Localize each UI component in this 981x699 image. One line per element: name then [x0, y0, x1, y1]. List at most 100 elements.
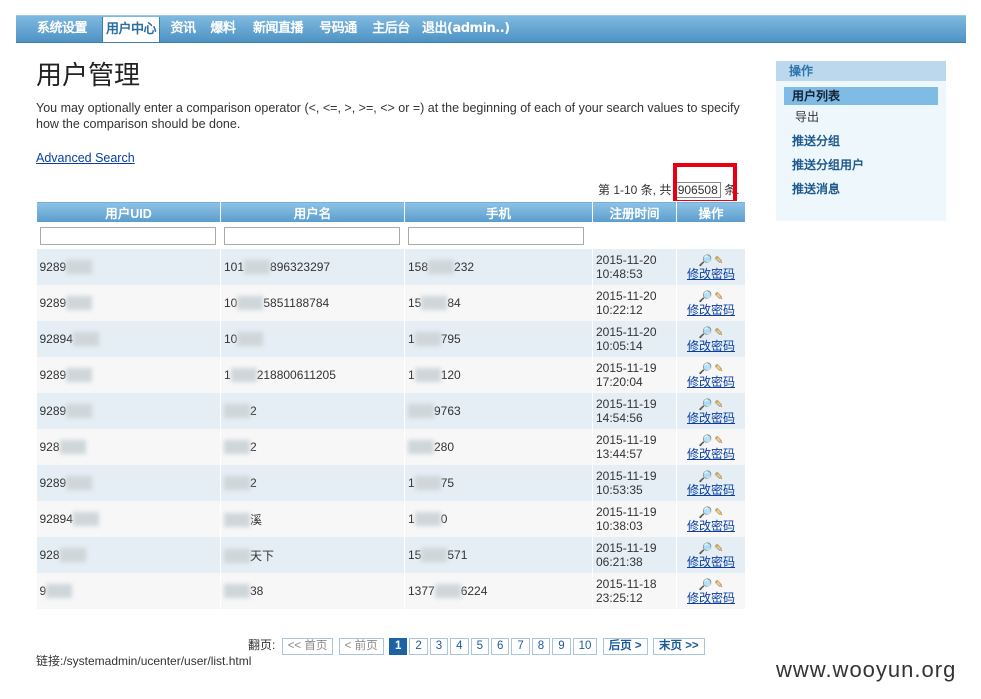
sidebar-item-push-message[interactable]: 推送消息: [776, 177, 946, 201]
change-password-link[interactable]: 修改密码: [680, 375, 742, 389]
username-filter-input[interactable]: [224, 227, 400, 245]
table-row: 92894 溪 1 0 2015-11-19 10:38:03 🔎 ✎ 修改密码: [36, 501, 746, 537]
edit-icon[interactable]: ✎: [714, 291, 723, 303]
username-cell: 溪: [220, 501, 405, 537]
change-password-link[interactable]: 修改密码: [680, 411, 742, 425]
username-cell: 2: [220, 465, 405, 501]
change-password-link[interactable]: 修改密码: [680, 519, 742, 533]
view-icon[interactable]: 🔎: [699, 399, 713, 411]
edit-icon[interactable]: ✎: [714, 363, 723, 375]
page-number-button[interactable]: 8: [531, 638, 551, 655]
pager-label: 翻页:: [248, 638, 276, 652]
sidebar: 操作 用户列表 导出 推送分组 推送分组用户 推送消息: [776, 61, 946, 221]
view-icon[interactable]: 🔎: [699, 435, 713, 447]
view-icon[interactable]: 🔎: [699, 255, 713, 267]
col-phone[interactable]: 手机: [404, 201, 593, 223]
nav-logout[interactable]: 退出(admin..): [422, 16, 510, 42]
table-row: 928 2 280 2015-11-19 13:44:57 🔎 ✎ 修改密码: [36, 429, 746, 465]
view-icon[interactable]: 🔎: [699, 363, 713, 375]
redacted-mask: [66, 404, 93, 419]
page-number-button[interactable]: 9: [552, 638, 571, 655]
view-icon[interactable]: 🔎: [699, 579, 713, 591]
nav-main-backend[interactable]: 主后台: [369, 16, 413, 42]
register-time-cell: 2015-11-19 10:53:35: [592, 465, 677, 501]
sidebar-item-user-list[interactable]: 用户列表: [784, 87, 938, 105]
redacted-mask: [66, 476, 93, 491]
change-password-link[interactable]: 修改密码: [680, 555, 742, 569]
redacted-mask: [408, 404, 434, 419]
advanced-search-link[interactable]: Advanced Search: [36, 151, 135, 165]
redacted-mask: [224, 440, 250, 455]
redacted-mask: [421, 548, 448, 563]
view-icon[interactable]: 🔎: [699, 327, 713, 339]
edit-icon[interactable]: ✎: [714, 507, 723, 519]
username-cell: 101 896323297: [220, 249, 405, 285]
next-page-button[interactable]: 后页 >: [602, 638, 648, 655]
page-number-button[interactable]: 5: [470, 638, 489, 655]
edit-icon[interactable]: ✎: [714, 327, 723, 339]
edit-icon[interactable]: ✎: [714, 543, 723, 555]
actions-cell: 🔎 ✎ 修改密码: [676, 501, 746, 537]
view-icon[interactable]: 🔎: [699, 543, 713, 555]
change-password-link[interactable]: 修改密码: [680, 339, 742, 353]
redacted-mask: [66, 368, 93, 383]
page-number-button[interactable]: 7: [511, 638, 530, 655]
view-icon[interactable]: 🔎: [699, 507, 713, 519]
actions-cell: 🔎 ✎ 修改密码: [676, 249, 746, 285]
table-row: 928 天下 15 571 2015-11-19 06:21:38 🔎 ✎ 修改密码: [36, 537, 746, 573]
page-link-text: 链接:/systemadmin/ucenter/user/list.html: [36, 654, 252, 668]
register-time-cell: 2015-11-19 10:38:03: [592, 501, 677, 537]
edit-icon[interactable]: ✎: [714, 435, 723, 447]
edit-icon[interactable]: ✎: [714, 255, 723, 267]
view-icon[interactable]: 🔎: [699, 291, 713, 303]
last-page-button[interactable]: 末页 >>: [653, 638, 705, 655]
top-strip: [0, 0, 981, 14]
change-password-link[interactable]: 修改密码: [680, 267, 742, 281]
phone-cell: 10: [404, 501, 593, 537]
register-time-cell: 2015-11-20 10:05:14: [592, 321, 677, 357]
nav-system-settings[interactable]: 系统设置: [32, 16, 92, 42]
nav-user-center[interactable]: 用户中心: [102, 17, 160, 42]
sidebar-item-push-group-users[interactable]: 推送分组用户: [776, 153, 946, 177]
change-password-link[interactable]: 修改密码: [680, 303, 742, 317]
col-uid[interactable]: 用户UID: [36, 201, 221, 223]
col-username[interactable]: 用户名: [220, 201, 405, 223]
redacted-mask: [224, 549, 250, 564]
edit-icon[interactable]: ✎: [714, 471, 723, 483]
actions-cell: 🔎 ✎ 修改密码: [676, 357, 746, 393]
register-time-cell: 2015-11-19 06:21:38: [592, 537, 677, 573]
search-hint: You may optionally enter a comparison op…: [36, 101, 740, 131]
redacted-mask: [59, 548, 86, 563]
nav-live-news[interactable]: 新闻直播: [249, 16, 307, 42]
col-register-time[interactable]: 注册时间: [592, 201, 677, 223]
first-page-button[interactable]: << 首页: [281, 638, 334, 655]
change-password-link[interactable]: 修改密码: [680, 447, 742, 461]
nav-baoliao[interactable]: 爆料: [208, 16, 238, 42]
redacted-mask: [46, 584, 73, 599]
view-icon[interactable]: 🔎: [699, 471, 713, 483]
phone-filter-input[interactable]: [408, 227, 584, 245]
page-number-button[interactable]: 4: [450, 638, 469, 655]
phone-cell: 1 75: [404, 465, 593, 501]
redacted-mask: [414, 476, 441, 491]
page-number-button[interactable]: 3: [429, 638, 449, 655]
uid-cell: 92894: [36, 321, 221, 357]
change-password-link[interactable]: 修改密码: [680, 591, 742, 605]
redacted-mask: [408, 440, 434, 455]
uid-cell: 9289: [36, 465, 221, 501]
nav-haomatong[interactable]: 号码通: [316, 16, 360, 42]
uid-filter-input[interactable]: [39, 227, 216, 245]
page-number-button[interactable]: 6: [490, 638, 510, 655]
page-number-button[interactable]: 10: [572, 638, 598, 655]
sidebar-item-push-group[interactable]: 推送分组: [776, 129, 946, 153]
prev-page-button[interactable]: < 前页: [338, 638, 384, 655]
edit-icon[interactable]: ✎: [714, 399, 723, 411]
change-password-link[interactable]: 修改密码: [680, 483, 742, 497]
redacted-mask: [230, 368, 257, 383]
page-number-button[interactable]: 2: [409, 638, 428, 655]
sidebar-item-export[interactable]: 导出: [776, 105, 946, 129]
edit-icon[interactable]: ✎: [714, 579, 723, 591]
page-number-button[interactable]: 1: [388, 638, 408, 655]
nav-news[interactable]: 资讯: [168, 16, 198, 42]
redacted-mask: [428, 260, 455, 275]
